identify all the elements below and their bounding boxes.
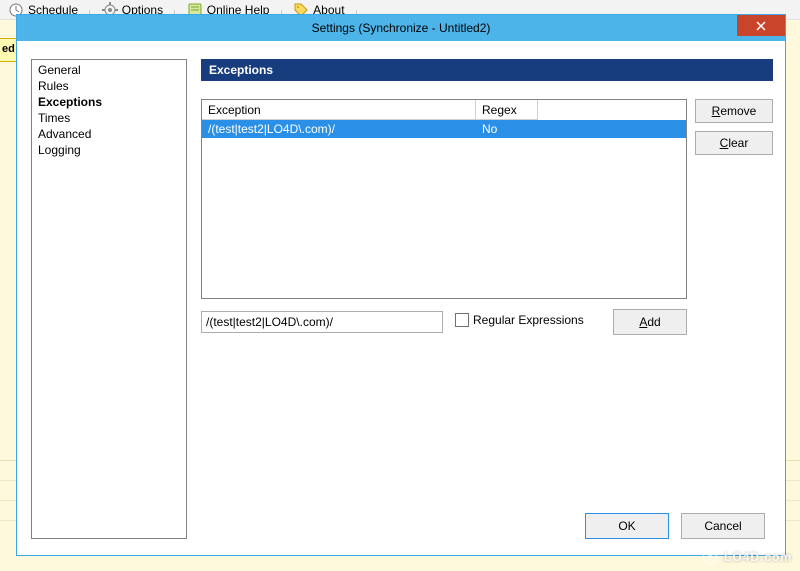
watermark-text: LO4D.com [724, 550, 792, 564]
nav-item-exceptions[interactable]: Exceptions [36, 94, 182, 110]
nav-item-logging[interactable]: Logging [36, 142, 182, 158]
exception-input[interactable] [201, 311, 443, 333]
add-button[interactable]: Add [613, 309, 687, 335]
watermark: LO4D.com [700, 547, 792, 567]
gear-icon [700, 547, 720, 567]
dialog-close-button[interactable] [737, 15, 785, 36]
button-label-rest: dd [647, 315, 660, 329]
checkbox-box-icon[interactable] [455, 313, 469, 327]
settings-nav-list: General Rules Exceptions Times Advanced … [31, 59, 187, 539]
button-label-rest: emove [720, 104, 756, 118]
nav-item-rules[interactable]: Rules [36, 78, 182, 94]
nav-item-times[interactable]: Times [36, 110, 182, 126]
regex-checkbox[interactable]: Regular Expressions [455, 313, 584, 327]
checkbox-label: Regular Expressions [473, 313, 584, 327]
nav-item-general[interactable]: General [36, 62, 182, 78]
settings-dialog: Settings (Synchronize - Untitled2) Gener… [16, 14, 786, 556]
dialog-body: General Rules Exceptions Times Advanced … [17, 41, 785, 555]
list-row[interactable]: /(test|test2|LO4D\.com)/ No [202, 120, 686, 138]
nav-item-advanced[interactable]: Advanced [36, 126, 182, 142]
dialog-titlebar[interactable]: Settings (Synchronize - Untitled2) [17, 15, 785, 41]
button-label-rest: lear [728, 136, 748, 150]
column-header-exception[interactable]: Exception [202, 100, 476, 120]
cell-regex: No [476, 122, 538, 136]
cancel-button[interactable]: Cancel [681, 513, 765, 539]
clear-button[interactable]: Clear [695, 131, 773, 155]
list-header: Exception Regex [202, 100, 686, 120]
section-header: Exceptions [201, 59, 773, 81]
column-header-regex[interactable]: Regex [476, 100, 538, 120]
ok-button[interactable]: OK [585, 513, 669, 539]
close-icon [756, 21, 766, 31]
dialog-title: Settings (Synchronize - Untitled2) [17, 21, 785, 35]
exceptions-list[interactable]: Exception Regex /(test|test2|LO4D\.com)/… [201, 99, 687, 299]
cell-exception: /(test|test2|LO4D\.com)/ [202, 122, 476, 136]
remove-button[interactable]: Remove [695, 99, 773, 123]
